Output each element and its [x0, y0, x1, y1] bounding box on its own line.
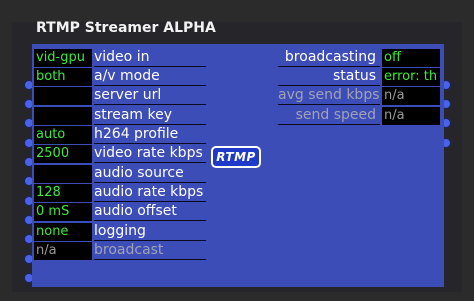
video-in-label: video in [94, 49, 206, 67]
broadcasting-label: broadcasting [278, 49, 380, 67]
broadcast-label: broadcast [94, 242, 206, 260]
logging-value[interactable]: none [34, 223, 92, 241]
broadcast-value[interactable]: n/a [34, 242, 92, 260]
video-rate-label: video rate kbps [94, 145, 206, 163]
status-value: error: th [382, 68, 440, 86]
logging-label: logging [94, 223, 206, 241]
stream-key-label: stream key [94, 107, 206, 125]
av-mode-label: a/v mode [94, 68, 206, 86]
audio-offset-value[interactable]: 0 mS [34, 203, 92, 221]
rtmp-logo: RTMP [211, 146, 261, 168]
h264-profile-value[interactable]: auto [34, 126, 92, 144]
broadcasting-value: off [382, 49, 440, 67]
audio-source-label: audio source [94, 165, 206, 183]
audio-rate-label: audio rate kbps [94, 184, 206, 202]
audio-source-value[interactable] [34, 165, 92, 183]
video-in-value[interactable]: vid-gpu [34, 49, 92, 67]
avg-send-kbps-value: n/a [382, 87, 440, 105]
server-url-label: server url [94, 87, 206, 105]
stream-key-value[interactable] [34, 107, 92, 125]
send-speed-value: n/a [382, 107, 440, 125]
h264-profile-label: h264 profile [94, 126, 206, 144]
audio-rate-value[interactable]: 128 [34, 184, 92, 202]
module-title: RTMP Streamer ALPHA [36, 20, 216, 36]
server-url-value[interactable] [34, 87, 92, 105]
avg-send-kbps-label: avg send kbps [278, 87, 380, 105]
send-speed-label: send speed [278, 107, 380, 125]
status-label: status [278, 68, 380, 86]
video-rate-value[interactable]: 2500 [34, 145, 92, 163]
audio-offset-label: audio offset [94, 203, 206, 221]
av-mode-value[interactable]: both [34, 68, 92, 86]
